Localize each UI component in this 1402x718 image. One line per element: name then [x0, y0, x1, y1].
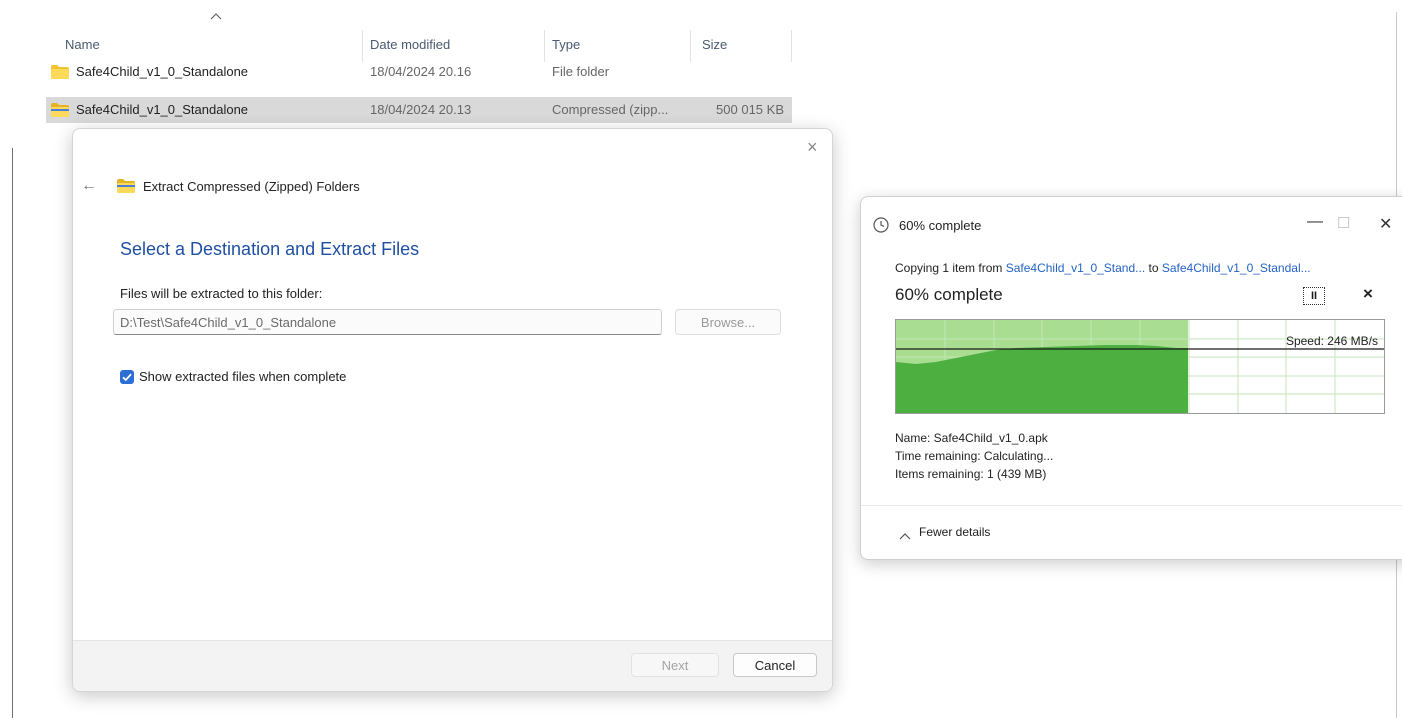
- extract-dialog: × ← Extract Compressed (Zipped) Folders …: [72, 128, 833, 692]
- cancel-button[interactable]: Cancel: [733, 653, 817, 677]
- checkbox-label[interactable]: Show extracted files when complete: [139, 369, 346, 384]
- zip-folder-icon: [117, 179, 135, 198]
- copy-progress-window: 60% complete — ☐ ✕ Copying 1 item from S…: [860, 196, 1402, 560]
- percent-complete: 60% complete: [895, 285, 1003, 304]
- file-size: 500 015 KB: [716, 102, 784, 117]
- browse-button[interactable]: Browse...: [675, 309, 781, 335]
- items-remaining: Items remaining: 1 (439 MB): [895, 467, 1047, 481]
- file-list-header: Name Date modified Type Size: [46, 12, 792, 62]
- file-name: Safe4Child_v1_0_Standalone: [76, 64, 249, 79]
- speed-graph: Speed: 246 MB/s: [895, 319, 1385, 414]
- destination-label: Files will be extracted to this folder:: [120, 286, 323, 301]
- left-border-line: [12, 148, 13, 718]
- copy-mid: to: [1145, 261, 1162, 275]
- copy-description: Copying 1 item from Safe4Child_v1_0_Stan…: [895, 261, 1311, 275]
- column-header-size[interactable]: Size: [702, 37, 727, 52]
- file-date: 18/04/2024 20.16: [370, 64, 472, 79]
- divider: [861, 505, 1402, 506]
- fewer-details-button[interactable]: Fewer details: [919, 525, 990, 539]
- destination-input[interactable]: D:\Test\Safe4Child_v1_0_Standalone: [113, 309, 662, 335]
- next-button[interactable]: Next: [631, 653, 719, 677]
- column-header-date-modified[interactable]: Date modified: [370, 37, 450, 52]
- copy-prefix: Copying 1 item from: [895, 261, 1006, 275]
- file-date: 18/04/2024 20.13: [370, 102, 472, 117]
- dialog-footer: Next Cancel: [73, 640, 832, 691]
- checkmark-icon: [122, 373, 132, 382]
- cancel-copy-icon[interactable]: ×: [1363, 284, 1373, 304]
- file-type: Compressed (zipp...: [552, 102, 669, 117]
- column-header-type[interactable]: Type: [552, 37, 580, 52]
- pause-icon[interactable]: II: [1303, 287, 1325, 305]
- file-row-folder[interactable]: Safe4Child_v1_0_Standalone 18/04/2024 20…: [46, 59, 792, 85]
- maximize-icon[interactable]: ☐: [1337, 214, 1350, 232]
- destination-link[interactable]: Safe4Child_v1_0_Standal...: [1162, 261, 1311, 275]
- window-title: 60% complete: [899, 218, 982, 233]
- column-separator[interactable]: [791, 30, 792, 62]
- dialog-title: Extract Compressed (Zipped) Folders: [143, 179, 360, 194]
- item-name: Name: Safe4Child_v1_0.apk: [895, 431, 1048, 445]
- zip-folder-icon: [51, 103, 69, 117]
- clock-icon: [873, 217, 889, 238]
- column-separator[interactable]: [690, 30, 691, 62]
- file-name: Safe4Child_v1_0_Standalone: [76, 102, 249, 117]
- file-row-zip[interactable]: Safe4Child_v1_0_Standalone 18/04/2024 20…: [46, 97, 792, 123]
- caret-up-icon: [210, 8, 222, 26]
- minimize-icon[interactable]: —: [1307, 213, 1323, 231]
- column-separator[interactable]: [544, 30, 545, 62]
- time-remaining: Time remaining: Calculating...: [895, 449, 1054, 463]
- folder-icon: [51, 65, 69, 79]
- source-link[interactable]: Safe4Child_v1_0_Stand...: [1006, 261, 1145, 275]
- column-separator[interactable]: [362, 30, 363, 62]
- checkbox[interactable]: [120, 370, 134, 384]
- dialog-heading: Select a Destination and Extract Files: [120, 239, 420, 259]
- back-arrow-icon[interactable]: ←: [81, 177, 97, 195]
- file-type: File folder: [552, 64, 610, 79]
- window-close-icon[interactable]: ✕: [1379, 214, 1392, 234]
- chevron-up-icon[interactable]: [899, 527, 911, 545]
- column-header-name[interactable]: Name: [65, 37, 100, 52]
- close-icon[interactable]: ×: [807, 137, 818, 158]
- speed-label: Speed: 246 MB/s: [1285, 334, 1378, 348]
